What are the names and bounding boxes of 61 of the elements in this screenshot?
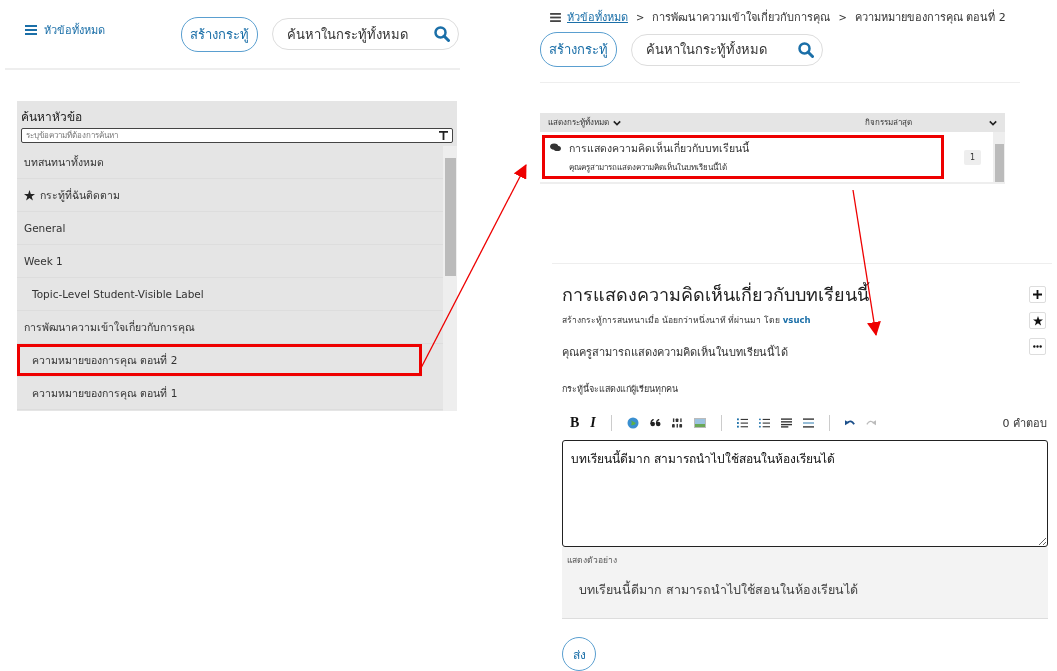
all-topics-link[interactable]: หัวข้อทั้งหมด [25, 21, 181, 39]
topic-item[interactable]: ความหมายของการคุณ ตอนที่ 1 [17, 377, 443, 410]
globe-link-icon[interactable] [626, 417, 639, 429]
preview-text: บทเรียนนี้ดีมาก สามารถนำไปใช้สอนในห้องเรียนได้ [578, 580, 859, 599]
search-icon [434, 26, 450, 42]
plus-icon [1033, 290, 1042, 299]
submit-button[interactable]: ส่ง [562, 637, 596, 671]
topic-item[interactable]: การพัฒนาความเข้าใจเกี่ยวกับการคุณ [17, 311, 443, 344]
chevron-down-icon[interactable] [989, 119, 997, 126]
author-link[interactable]: vsuch [782, 315, 811, 325]
create-post-button[interactable]: สร้างกระทู้ [181, 16, 258, 52]
reply-field[interactable]: บทเรียนนี้ดีมาก สามารถนำไปใช้สอนในห้องเรียนได้ [562, 440, 1048, 547]
filter-field[interactable]: ระบุข้อความที่ต้องการค้นหา [21, 128, 453, 143]
more-icon [1033, 345, 1042, 348]
breadcrumb-separator: > [838, 11, 847, 23]
topic-item[interactable]: กระทู้ที่ฉันติดตาม [17, 179, 443, 212]
filter-dropdown[interactable]: แสดงกระทู้ทั้งหมด [548, 116, 861, 130]
visibility-note: กระทู้นี้จะแสดงแก่ผู้เรียนทุกคน [562, 382, 679, 396]
thread-item[interactable]: การแสดงความคิดเห็นเกี่ยวกับบทเรียนนี้ คุณครูสามารถแสดงความคิดเห็นในบทเรียนนี้ได้ [542, 135, 944, 180]
menu-icon [550, 12, 561, 22]
follow-button[interactable] [1029, 312, 1046, 329]
topic-item[interactable]: Topic-Level Student-Visible Label [17, 278, 443, 311]
numbered-list-icon[interactable] [736, 418, 748, 428]
chat-bubbles-icon [550, 143, 561, 153]
breadcrumb-link[interactable]: การพัฒนาความเข้าใจเกี่ยวกับการคุณ [652, 8, 831, 26]
horizontal-rule-icon[interactable] [802, 418, 814, 428]
code-icon[interactable] [671, 418, 683, 428]
italic-button[interactable]: I [590, 415, 596, 431]
heading-icon[interactable] [780, 418, 792, 428]
more-button[interactable] [1029, 338, 1046, 355]
bold-button[interactable]: B [570, 415, 580, 431]
thread-title: การแสดงความคิดเห็นเกี่ยวกับบทเรียนนี้ [562, 281, 871, 307]
quote-icon[interactable] [649, 419, 661, 427]
image-icon[interactable] [693, 418, 706, 428]
breadcrumb-link[interactable]: ความหมายของการคุณ ตอนที่ 2 [854, 8, 1006, 26]
star-icon [1032, 315, 1043, 326]
breadcrumb-link[interactable]: หัวข้อทั้งหมด [567, 8, 628, 26]
search-icon [798, 41, 814, 58]
post-body: คุณครูสามารถแสดงความคิดเห็นในบทเรียนนี้ได้ [562, 344, 789, 361]
chevron-down-icon [613, 119, 621, 126]
undo-icon[interactable] [844, 418, 855, 428]
panel-title: ค้นหาหัวข้อ [20, 109, 83, 126]
menu-icon [25, 25, 37, 35]
scrollbar[interactable] [443, 146, 457, 411]
bullet-list-icon[interactable] [758, 418, 770, 428]
star-icon [24, 189, 35, 201]
thread-title: การแสดงความคิดเห็นเกี่ยวกับบทเรียนนี้ [569, 140, 749, 157]
topic-item[interactable]: ความหมายของการคุณ ตอนที่ 2 [17, 344, 422, 377]
topic-item[interactable]: บทสนทนาทั้งหมด [17, 146, 443, 179]
topic-item[interactable]: General [17, 212, 443, 245]
thread-preview: คุณครูสามารถแสดงความคิดเห็นในบทเรียนนี้ได้ [569, 161, 728, 175]
reply-count: 0 คำตอบ [1002, 416, 1048, 432]
add-button[interactable] [1029, 286, 1046, 303]
reply-count-badge: 1 [964, 149, 982, 165]
preview-label: แสดงตัวอย่าง [567, 554, 618, 567]
breadcrumb-separator: > [636, 11, 645, 23]
post-meta: สร้างกระทู้การสนทนาเมื่อ น้อยกว่าหนึ่งนาที ที่ผ่านมา โดย vsuch [562, 313, 812, 327]
topic-item[interactable]: Week 1 [17, 245, 443, 278]
create-post-button[interactable]: สร้างกระทู้ [540, 32, 617, 67]
sort-dropdown[interactable]: กิจกรรมล่าสุด [865, 116, 985, 130]
scrollbar[interactable] [993, 132, 1005, 183]
